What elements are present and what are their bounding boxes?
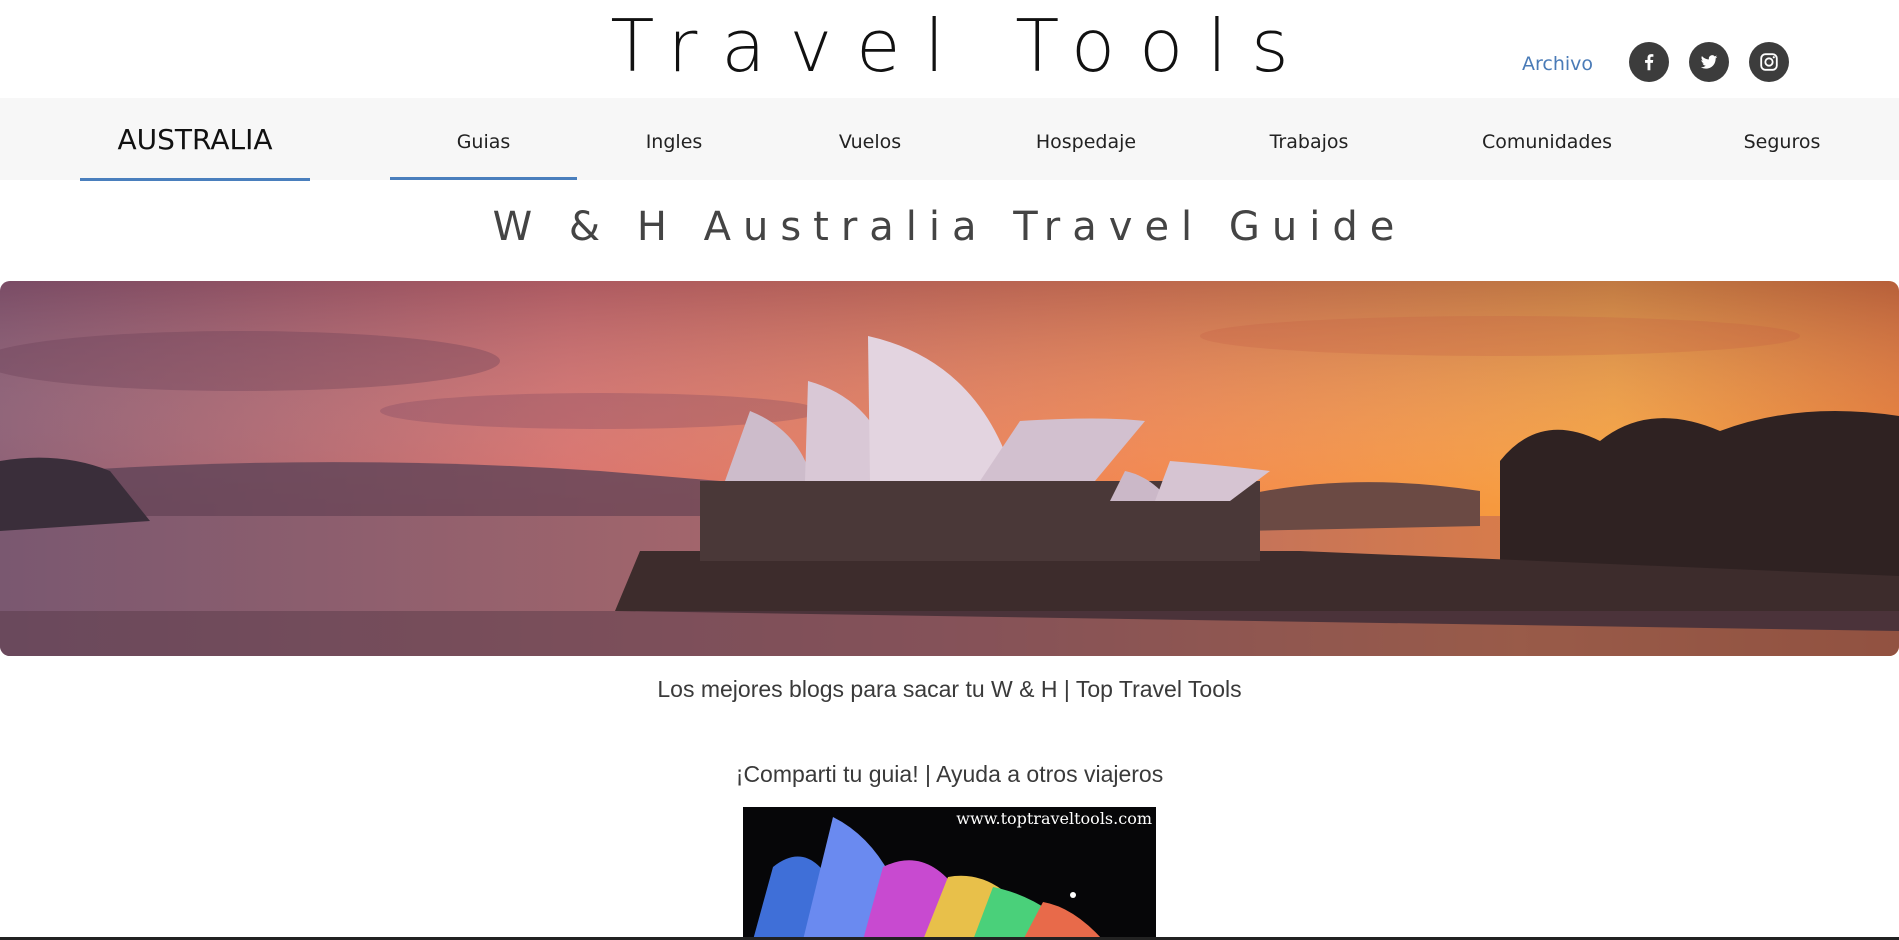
share-guide-caption: ¡Comparti tu guia! | Ayuda a otros viaje… [735, 761, 1164, 787]
instagram-button[interactable] [1749, 42, 1789, 82]
nav-hospedaje[interactable]: Hospedaje [1021, 98, 1151, 177]
site-title: Travel Tools [610, 4, 1313, 88]
nav-trabajos[interactable]: Trabajos [1259, 98, 1359, 177]
archive-link[interactable]: Archivo [1522, 53, 1593, 75]
facebook-button[interactable] [1629, 42, 1669, 82]
facebook-icon [1645, 54, 1654, 71]
main-navbar: AUSTRALIA Guias Ingles Vuelos Hospedaje … [0, 98, 1899, 181]
thumbnail-watermark: www.toptraveltools.com [956, 809, 1152, 828]
twitter-button[interactable] [1689, 42, 1729, 82]
nav-vuelos[interactable]: Vuelos [820, 98, 920, 177]
opera-house-night-image: www.toptraveltools.com [743, 807, 1156, 940]
guide-title: W & H Australia Travel Guide [492, 204, 1407, 250]
brand-australia[interactable]: AUSTRALIA [80, 98, 310, 181]
instagram-icon [1760, 53, 1778, 71]
nav-ingles[interactable]: Ingles [624, 98, 724, 177]
nav-guias[interactable]: Guias [390, 98, 577, 180]
nav-seguros[interactable]: Seguros [1732, 98, 1832, 177]
hero-caption: Los mejores blogs para sacar tu W & H | … [657, 676, 1242, 702]
nav-comunidades[interactable]: Comunidades [1472, 98, 1622, 177]
twitter-icon [1700, 55, 1718, 69]
hero-image-sydney-opera-house [0, 281, 1899, 656]
